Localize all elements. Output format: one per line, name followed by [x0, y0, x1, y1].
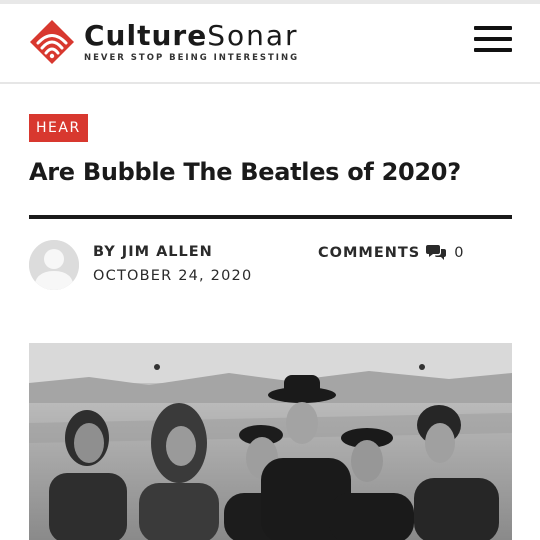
brand-tagline: NEVER STOP BEING INTERESTING [84, 52, 300, 63]
comments-link[interactable]: COMMENTS 0 [318, 244, 464, 261]
menu-bar [474, 26, 512, 30]
menu-bar [474, 48, 512, 52]
hamburger-menu-icon[interactable] [474, 26, 512, 56]
speech-bubbles-icon [426, 245, 447, 260]
band-photo [29, 343, 512, 540]
title-divider [29, 215, 512, 219]
author-byline[interactable]: BY JIM ALLEN [93, 244, 213, 260]
brand-name: CultureSonar [84, 18, 299, 52]
author-avatar [29, 240, 79, 290]
brand-text: CultureSonar NEVER STOP BEING INTERESTIN… [84, 18, 300, 63]
article-hero-image [29, 343, 512, 540]
comments-label: COMMENTS [318, 244, 421, 261]
brand-name-part1: Culture [84, 18, 208, 52]
default-user-avatar [29, 240, 79, 290]
site-header: CultureSonar NEVER STOP BEING INTERESTIN… [0, 4, 540, 84]
sonar-logo-icon [30, 20, 74, 64]
comments-count: 0 [454, 244, 465, 261]
category-badge[interactable]: HEAR [29, 114, 88, 142]
menu-bar [474, 37, 512, 41]
article-title: Are Bubble The Beatles of 2020? [29, 158, 461, 186]
site-logo[interactable]: CultureSonar NEVER STOP BEING INTERESTIN… [28, 16, 299, 68]
brand-name-part2: Sonar [207, 18, 299, 52]
publish-date: OCTOBER 24, 2020 [93, 268, 253, 284]
